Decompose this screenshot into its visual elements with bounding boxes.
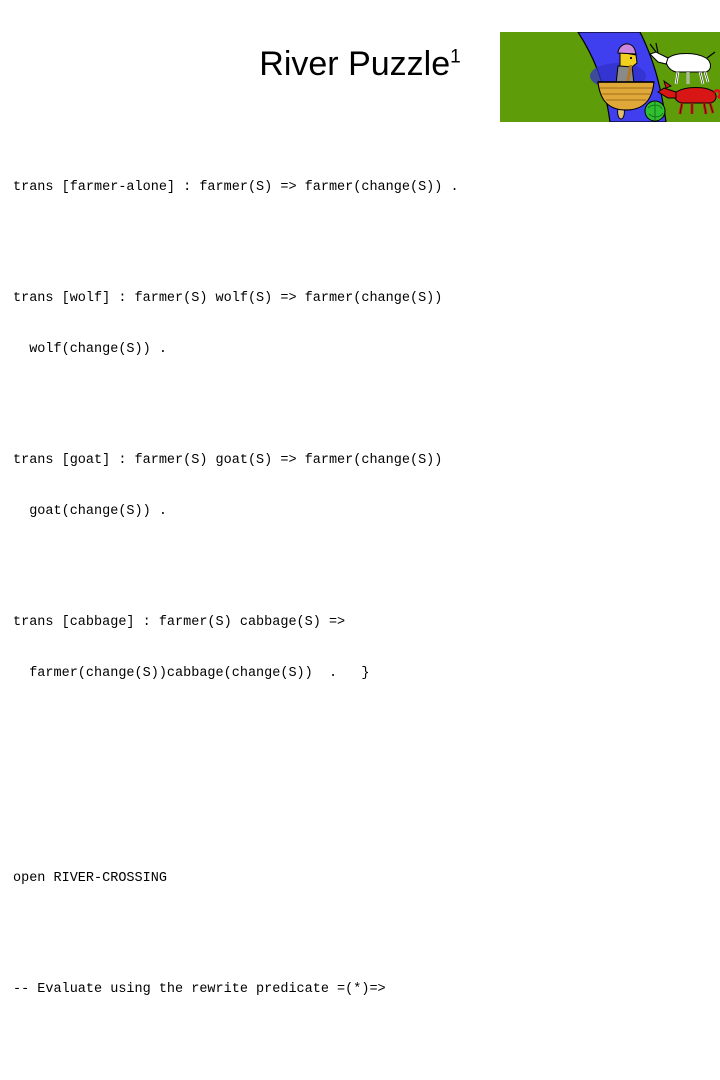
code-line: trans [farmer-alone] : farmer(S) => farm… <box>13 180 459 195</box>
code-line: open RIVER-CROSSING <box>13 871 167 886</box>
code-line: trans [goat] : farmer(S) goat(S) => farm… <box>13 453 443 468</box>
river-crossing-svg <box>500 32 720 122</box>
code-line: trans [cabbage] : farmer(S) cabbage(S) =… <box>13 615 346 630</box>
code-line: -- Evaluate using the rewrite predicate … <box>13 982 386 997</box>
page-title-footnote-marker: 1 <box>450 46 461 68</box>
code-line: farmer(change(S))cabbage(change(S)) . } <box>13 666 370 681</box>
code-block: trans [farmer-alone] : farmer(S) => farm… <box>13 128 713 1080</box>
code-spacer <box>13 921 713 930</box>
code-spacer <box>13 733 713 759</box>
river-crossing-illustration <box>500 32 720 122</box>
farmer-eye <box>629 56 633 60</box>
code-spacer <box>13 554 713 563</box>
code-spacer <box>13 392 713 401</box>
code-line: wolf(change(S)) . <box>13 342 167 357</box>
wolf-body <box>673 87 717 104</box>
code-line: trans [wolf] : farmer(S) wolf(S) => farm… <box>13 291 443 306</box>
code-spacer <box>13 1032 713 1041</box>
code-spacer <box>13 793 713 819</box>
code-spacer <box>13 230 713 239</box>
code-line: goat(change(S)) . <box>13 504 167 519</box>
cabbage-figure <box>644 100 666 122</box>
page-title-text: River Puzzle <box>259 45 451 83</box>
